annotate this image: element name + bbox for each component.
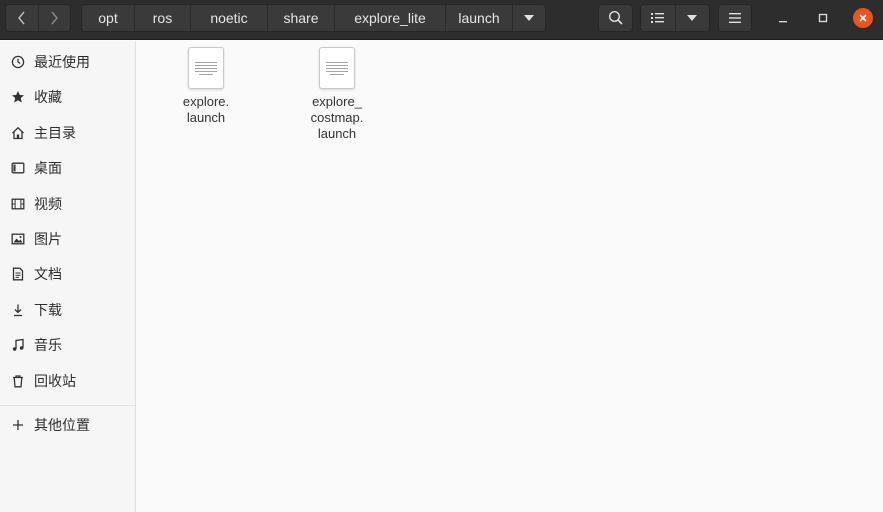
forward-button[interactable] xyxy=(37,5,70,31)
file-item[interactable]: explore_ costmap. launch xyxy=(277,47,397,142)
crumb-opt[interactable]: opt xyxy=(82,5,135,31)
crumb-ros[interactable]: ros xyxy=(135,5,191,31)
close-icon xyxy=(859,14,867,22)
back-button[interactable] xyxy=(6,5,38,31)
maximize-icon xyxy=(818,13,828,23)
sidebar-item-label: 桌面 xyxy=(34,161,62,177)
sidebar-item-label: 视频 xyxy=(34,197,62,213)
sidebar-item-home[interactable]: 主目录 xyxy=(0,118,136,148)
list-view-button[interactable] xyxy=(641,5,676,31)
list-view-icon xyxy=(650,13,664,23)
sidebar-item-other-locations[interactable]: 其他位置 xyxy=(0,410,136,440)
chevron-right-icon xyxy=(51,11,59,25)
minimize-button[interactable] xyxy=(773,8,793,28)
video-icon xyxy=(10,196,26,212)
text-file-icon xyxy=(188,47,224,89)
file-name: explore_ costmap. launch xyxy=(310,94,364,141)
search-icon xyxy=(608,10,623,25)
download-icon xyxy=(10,302,26,318)
sidebar-item-label: 最近使用 xyxy=(34,55,90,71)
view-menu-button[interactable] xyxy=(676,5,709,31)
sidebar-item-label: 主目录 xyxy=(34,126,76,142)
main-menu-button[interactable] xyxy=(718,4,752,32)
sidebar-item-desktop[interactable]: 桌面 xyxy=(0,153,136,183)
file-name: explore. launch xyxy=(182,94,230,125)
home-icon xyxy=(10,125,26,141)
minimize-icon xyxy=(779,21,787,23)
sidebar-item-label: 下载 xyxy=(34,303,62,319)
sidebar-item-label: 文档 xyxy=(34,267,62,283)
sidebar-item-videos[interactable]: 视频 xyxy=(0,189,136,219)
sidebar-item-label: 音乐 xyxy=(34,338,62,354)
file-item[interactable]: explore. launch xyxy=(146,47,266,126)
view-options xyxy=(640,4,710,32)
crumb-noetic[interactable]: noetic xyxy=(191,5,268,31)
sidebar-item-label: 图片 xyxy=(34,232,62,248)
text-file-icon xyxy=(319,47,355,89)
sidebar-item-pictures[interactable]: 图片 xyxy=(0,224,136,254)
sidebar-item-label: 其他位置 xyxy=(34,418,90,434)
sidebar-item-downloads[interactable]: 下载 xyxy=(0,295,136,325)
sidebar-item-trash[interactable]: 回收站 xyxy=(0,366,136,396)
music-icon xyxy=(10,337,26,353)
header-bar: opt ros noetic share explore_lite launch xyxy=(0,0,883,40)
path-menu-button[interactable] xyxy=(513,5,545,31)
sidebar-item-starred[interactable]: 收藏 xyxy=(0,82,136,112)
crumb-share[interactable]: share xyxy=(268,5,335,31)
star-icon xyxy=(10,89,26,105)
plus-icon xyxy=(10,417,26,433)
sidebar-item-documents[interactable]: 文档 xyxy=(0,259,136,289)
crumb-launch[interactable]: launch xyxy=(446,5,513,31)
file-view[interactable]: explore. launch explore_ costmap. launch xyxy=(137,41,883,512)
chevron-down-icon xyxy=(524,15,534,21)
chevron-left-icon xyxy=(18,11,25,25)
desktop-icon xyxy=(10,160,26,176)
hamburger-menu-icon xyxy=(729,13,741,23)
sidebar-separator xyxy=(0,405,135,406)
path-bar: opt ros noetic share explore_lite launch xyxy=(81,4,546,32)
sidebar-item-label: 回收站 xyxy=(34,374,76,390)
trash-icon xyxy=(10,373,26,389)
maximize-button[interactable] xyxy=(813,8,833,28)
image-icon xyxy=(10,231,26,247)
sidebar-item-recent[interactable]: 最近使用 xyxy=(0,47,136,77)
document-icon xyxy=(10,266,26,282)
crumb-explore-lite[interactable]: explore_lite xyxy=(335,5,446,31)
sidebar-item-music[interactable]: 音乐 xyxy=(0,330,136,360)
navigation-buttons xyxy=(5,4,71,32)
search-button[interactable] xyxy=(598,4,633,32)
chevron-down-icon xyxy=(687,15,698,21)
clock-icon xyxy=(10,54,26,70)
close-button[interactable] xyxy=(853,8,873,28)
sidebar: 最近使用 收藏 主目录 桌面 视频 图片 文档 下载 音乐 回收站 其他位置 xyxy=(0,41,136,512)
sidebar-item-label: 收藏 xyxy=(34,90,62,106)
